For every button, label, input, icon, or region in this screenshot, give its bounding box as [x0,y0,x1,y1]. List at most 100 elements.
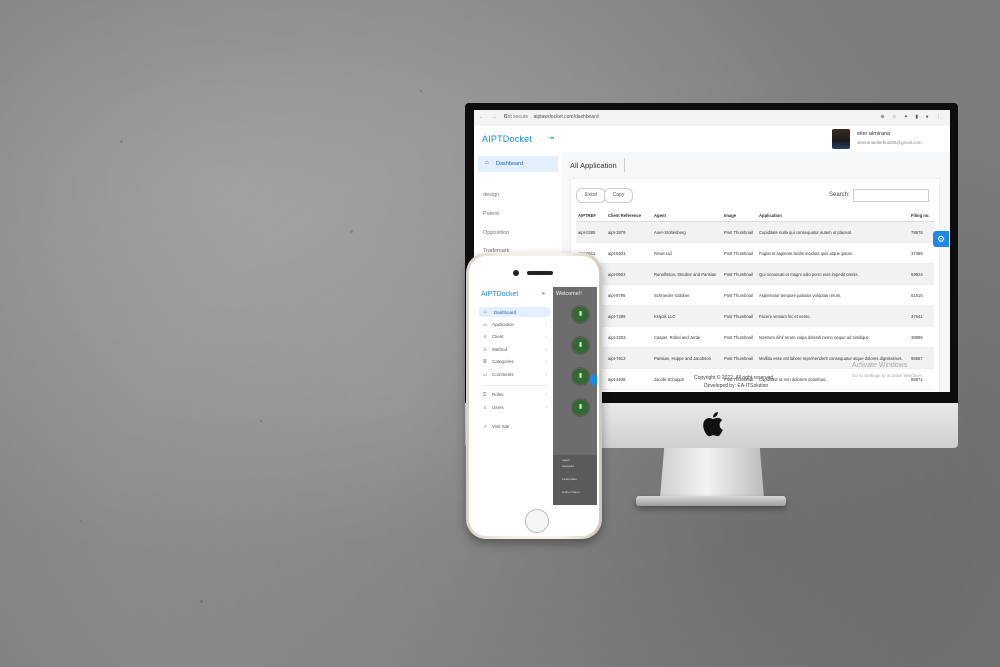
column-header[interactable]: Client Reference [606,209,652,222]
sidebar-collapse-icon[interactable]: ⇤ [542,291,546,297]
sidebar-item-label: Roles [492,392,504,397]
main-content: All Application Excel Copy Search: AIPTR… [562,152,950,392]
list-icon: ≣ [483,359,487,364]
url-text: aiptawdocket.com/dashboard [533,114,599,120]
user-name[interactable]: eiler almirana [857,131,890,137]
cell-aiptref: aipt-0385 [576,221,606,243]
cell-image: Post Thumbnail [722,284,757,306]
comment-icon: ▭ [483,372,488,377]
chevron-right-icon: › [545,322,548,327]
address-bar[interactable]: Not secure aiptawdocket.com/dashboard [504,114,599,120]
settings-tab[interactable] [590,375,597,385]
sidebar-collapse-icon[interactable]: ⇥ [548,134,554,142]
camera-icon [513,270,519,276]
cell-application: Fugiat et sapiente facilis incidunt quis… [757,242,909,264]
footer-copyright: Copyright © 2022. All right reserved. [694,375,775,381]
sidebar-item-label: Application [492,322,515,327]
cell-client-reference: aipt-3979 [606,221,652,243]
sidebar-item-label: Comments [492,372,514,377]
cell-client-reference: aipt-3203 [606,326,652,348]
sidebar-item-application[interactable]: ▭ Application › [483,322,549,328]
home-icon: ⌂ [485,160,489,166]
browser-extension-icons[interactable]: ⊕ ☆ ✦ ▮ ● ⋮ [880,114,944,120]
welcome-heading: Welcome!! [556,291,582,297]
sidebar-item-categories[interactable]: ≣ Categories › [483,359,549,365]
home-button[interactable] [525,509,549,533]
table-row[interactable]: aipt-0795 aipt-8795 Schroeder-Goldner Po… [576,284,934,306]
cell-agent: Rowe Ltd [652,242,722,264]
sidebar-item-method[interactable]: ♙ Method › [483,347,549,353]
brand-logo[interactable]: AIPTDocket [482,134,532,144]
sidebar-item-design[interactable]: design [483,192,499,198]
sidebar-item-opposition[interactable]: Opposition [483,230,509,236]
sidebar-item-users[interactable]: ♙ Users › [483,405,549,411]
search-label: Search: [829,192,850,198]
chart-icon: ▮ [573,338,588,353]
cell-agent: Casper, Robel and Jerde [652,326,722,348]
cell-application: Cupiditate ut non dolorem doloribus. [757,368,909,390]
cell-image: Post Thumbnail [722,326,757,348]
cell-image: Post Thumbnail [722,263,757,285]
avatar[interactable] [832,129,850,149]
user-icon: ♙ [483,347,488,352]
table-row[interactable]: aipt-0611 aipt-6631 Rowe Ltd Post Thumbn… [576,242,934,264]
footer-developer: Developed by: EA-ITSolution [704,383,769,389]
table-row[interactable]: aipt-3203 aipt-3203 Casper, Robel and Je… [576,326,934,348]
applications-card: Excel Copy Search: AIPTREF Client Refere… [570,178,940,392]
overlay-table-section: Agent Aiptcadd Lastupdate Author Name [553,455,597,505]
imac-stand-neck [660,448,764,498]
overlay-label: Lastupdate [562,477,577,481]
dimmed-content-overlay[interactable]: Welcome!! ▮ ▮ ▮ ▮ Agent Aiptcadd Lastupd… [553,287,597,505]
title-divider [624,158,625,172]
cell-agent: Runolfsson, Steuber and Parisian [652,263,722,285]
user-email: almiranaeilerbuta05@gmail.com [857,140,922,145]
column-header[interactable]: AIPTREF [576,209,606,222]
excel-button[interactable]: Excel [576,188,606,203]
cell-client-reference: aipt-0603 [606,263,652,285]
sidebar-item-client[interactable]: ♙ Client › [483,334,549,340]
table-row[interactable]: aipt-0693 aipt-0603 Runolfsson, Steuber … [576,263,934,285]
cell-image: Post Thumbnail [722,305,757,327]
table-row[interactable]: aipt-0385 aipt-3979 Auer-Stoltenberg Pos… [576,221,934,243]
column-header[interactable]: Image [722,209,757,222]
cell-agent: Parisian, Hoppe and Jacobson [652,347,722,369]
gear-icon[interactable]: ⚙ [933,231,949,247]
cell-filing-no: 78878 [909,221,934,243]
key-icon: ⚿ [483,392,487,397]
apple-icon [703,412,723,437]
table-row[interactable]: aipt-7289 aipt-7289 Krajcik LLC Post Thu… [576,305,934,327]
cell-filing-no: 38986 [909,326,934,348]
top-header: eiler almirana almiranaeilerbuta05@gmail… [562,126,950,153]
column-header[interactable]: Application [757,209,909,222]
users-icon: ♙ [483,405,488,410]
browser-toolbar: ← → C Not secure aiptawdocket.com/dashbo… [474,110,950,127]
cell-filing-no: 37389 [909,242,934,264]
speaker-grille [527,271,553,275]
sidebar-item-dashboard[interactable]: ⌂ Dashboard [478,156,558,172]
sidebar-item-dashboard[interactable]: ⌂ Dashboard [479,307,550,317]
sidebar-item-visit-site[interactable]: ↗ Visit Site [483,424,549,430]
cell-application: Qui occaecati et magni odio porro eius i… [757,263,909,285]
copy-button[interactable]: Copy [604,188,633,203]
sidebar-item-label: Dashboard [496,161,523,167]
cell-filing-no: 96667 [909,347,934,369]
cell-filing-no: 55871 [909,368,934,390]
activate-windows-title: Activate Windows [852,362,908,369]
imac-stand-foot [636,496,786,506]
brand-logo[interactable]: AIPTDocket [481,291,518,298]
cell-filing-no: 37641 [909,305,934,327]
sidebar-item-label: Categories [492,359,514,364]
cell-agent: Schroeder-Goldner [652,284,722,306]
cell-client-reference: aipt-6631 [606,242,652,264]
search-input[interactable] [853,189,929,202]
chevron-right-icon: › [545,392,548,397]
column-header[interactable]: Filing no. [909,209,934,222]
sidebar-item-patent[interactable]: Patent [483,211,499,217]
chart-icon: ▮ [573,400,588,415]
sidebar-item-comments[interactable]: ▭ Comments › [483,372,549,378]
sidebar-item-roles[interactable]: ⚿ Roles › [483,392,549,397]
column-header[interactable]: Agent [652,209,722,222]
overlay-label: Author Name [562,490,580,494]
chevron-right-icon: › [545,334,548,339]
cell-client-reference: aipt-4638 [606,368,652,390]
